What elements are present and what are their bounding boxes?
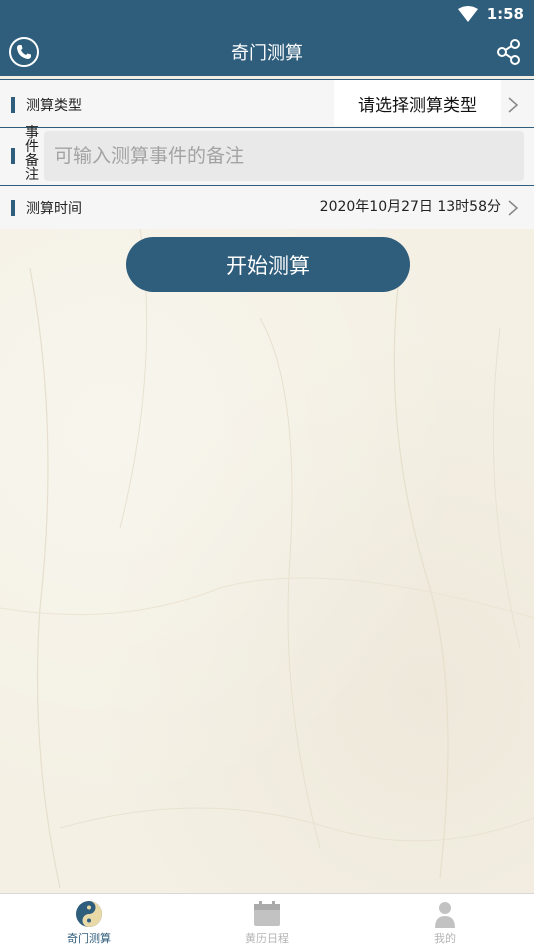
start-calculation-button[interactable]: 开始测算 [126, 237, 410, 292]
row-accent-bar [11, 97, 15, 113]
status-bar: 1:58 [0, 0, 534, 28]
wifi-icon [458, 6, 478, 22]
user-icon [435, 902, 455, 928]
nav-label-mine: 我的 [434, 932, 456, 945]
calendar-icon [254, 901, 280, 926]
app-bar: 奇门测算 [0, 28, 534, 76]
page-title: 奇门测算 [231, 43, 303, 64]
bottom-nav: 奇门测算 黄历日程 我的 [0, 893, 534, 950]
status-time: 1:58 [486, 5, 524, 23]
nav-label-qimen: 奇门测算 [67, 932, 111, 945]
type-row[interactable]: 测算类型 请选择测算类型 [0, 79, 534, 127]
type-select[interactable]: 请选择测算类型 [334, 80, 501, 126]
note-input[interactable] [44, 131, 524, 181]
yin-yang-icon [76, 901, 102, 927]
nav-item-almanac[interactable]: 黄历日程 [207, 894, 327, 950]
note-label: 事件备注 [25, 125, 39, 183]
time-label: 测算时间 [26, 201, 82, 217]
nav-item-mine[interactable]: 我的 [385, 894, 505, 950]
nav-label-almanac: 黄历日程 [245, 932, 289, 945]
paper-background [0, 228, 534, 893]
share-icon[interactable] [496, 38, 522, 66]
time-row[interactable]: 测算时间 2020年10月27日 13时58分 [0, 185, 534, 229]
row-accent-bar [11, 148, 15, 164]
nav-item-qimen[interactable]: 奇门测算 [29, 894, 149, 950]
chevron-right-icon [508, 97, 518, 113]
time-value: 2020年10月27日 13时58分 [319, 199, 501, 215]
type-label: 测算类型 [26, 98, 82, 114]
chevron-right-icon [508, 200, 518, 216]
row-accent-bar [11, 200, 15, 216]
note-row: 事件备注 [0, 125, 534, 185]
